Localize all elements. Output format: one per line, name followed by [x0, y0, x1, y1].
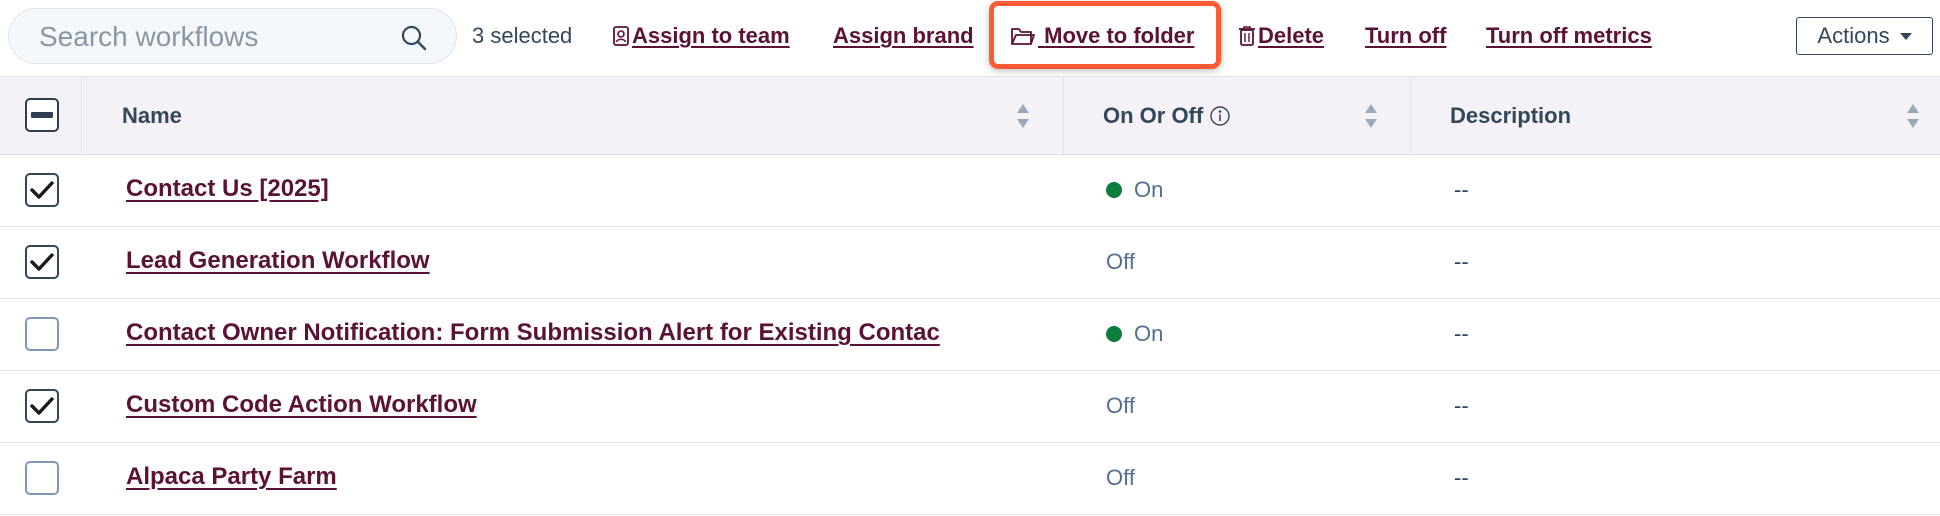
workflow-name-link[interactable]: Lead Generation Workflow [126, 247, 1021, 275]
assign-brand-button[interactable]: Assign brand [833, 23, 974, 49]
description-cell: -- [1454, 465, 1469, 490]
bulk-action-toolbar: 3 selected Assign to team Assign brand M… [0, 0, 1940, 76]
row-checkbox[interactable] [25, 461, 59, 495]
search-icon[interactable] [400, 24, 428, 52]
status-label: Off [1106, 393, 1135, 418]
status-cell: On [1106, 321, 1163, 347]
column-divider [81, 77, 82, 154]
status-label: On [1134, 321, 1164, 346]
row-checkbox[interactable] [25, 317, 59, 351]
status-label: Off [1106, 465, 1135, 490]
status-cell: Off [1106, 465, 1135, 491]
workflow-name-link[interactable]: Custom Code Action Workflow [126, 391, 1021, 419]
column-status-label: On Or Off [1103, 102, 1204, 128]
actions-label: Actions [1817, 23, 1890, 48]
description-cell: -- [1454, 249, 1469, 274]
description-cell: -- [1454, 393, 1469, 418]
move-to-folder-label: Move to folder [1044, 23, 1195, 48]
table-header: Name On Or Off Description [0, 76, 1940, 155]
actions-dropdown[interactable]: Actions [1796, 17, 1933, 55]
description-cell: -- [1454, 177, 1469, 202]
workflow-name-link[interactable]: Contact Owner Notification: Form Submiss… [126, 319, 1021, 347]
turn-off-button[interactable]: Turn off [1365, 23, 1446, 49]
select-all-checkbox[interactable] [25, 98, 59, 132]
table-row: Contact Us [2025] On -- [0, 155, 1940, 227]
trash-icon [1239, 26, 1255, 46]
row-checkbox[interactable] [25, 389, 59, 423]
turn-off-label: Turn off [1365, 23, 1447, 48]
delete-label: Delete [1258, 23, 1325, 48]
team-badge-icon [613, 26, 629, 46]
status-label: On [1134, 177, 1164, 202]
move-to-folder-button[interactable]: Move to folder [1010, 23, 1194, 49]
workflow-name-link[interactable]: Contact Us [2025] [126, 175, 1021, 203]
column-header-name[interactable]: Name [122, 77, 182, 154]
table-row: Alpaca Party Farm Off -- [0, 443, 1940, 515]
description-cell: -- [1454, 321, 1469, 346]
row-checkbox[interactable] [25, 173, 59, 207]
search-box[interactable] [8, 8, 457, 64]
status-cell: On [1106, 177, 1163, 203]
chevron-down-icon [1899, 32, 1912, 40]
status-cell: Off [1106, 393, 1135, 419]
table-row: Lead Generation Workflow Off -- [0, 227, 1940, 299]
column-header-description[interactable]: Description [1450, 77, 1571, 154]
delete-button[interactable]: Delete [1238, 23, 1324, 49]
status-label: Off [1106, 249, 1135, 274]
column-divider [1410, 77, 1411, 154]
status-cell: Off [1106, 249, 1135, 275]
workflow-name-link[interactable]: Alpaca Party Farm [126, 463, 1021, 491]
info-icon[interactable] [1209, 105, 1231, 127]
selected-count: 3 selected [472, 23, 573, 48]
assign-brand-label: Assign brand [833, 23, 974, 48]
assign-to-team-label: Assign to team [632, 23, 790, 48]
sort-icon[interactable] [1016, 103, 1030, 129]
column-header-status[interactable]: On Or Off [1103, 77, 1231, 154]
turn-off-metrics-button[interactable]: Turn off metrics [1486, 23, 1652, 49]
sort-icon[interactable] [1906, 103, 1920, 129]
checkmark-icon [30, 397, 54, 415]
status-on-dot-icon [1106, 326, 1122, 342]
checkmark-icon [30, 181, 54, 199]
turn-off-metrics-label: Turn off metrics [1486, 23, 1652, 48]
column-divider [1063, 77, 1064, 154]
checkmark-icon [30, 253, 54, 271]
indeterminate-icon [31, 112, 53, 118]
search-input[interactable] [37, 19, 381, 55]
column-description-label: Description [1450, 102, 1572, 128]
status-on-dot-icon [1106, 182, 1122, 198]
folder-icon [1011, 28, 1035, 45]
table-row: Custom Code Action Workflow Off -- [0, 371, 1940, 443]
table-row: Contact Owner Notification: Form Submiss… [0, 299, 1940, 371]
row-checkbox[interactable] [25, 245, 59, 279]
sort-icon[interactable] [1364, 103, 1378, 129]
column-name-label: Name [122, 102, 182, 128]
assign-to-team-button[interactable]: Assign to team [612, 23, 790, 49]
